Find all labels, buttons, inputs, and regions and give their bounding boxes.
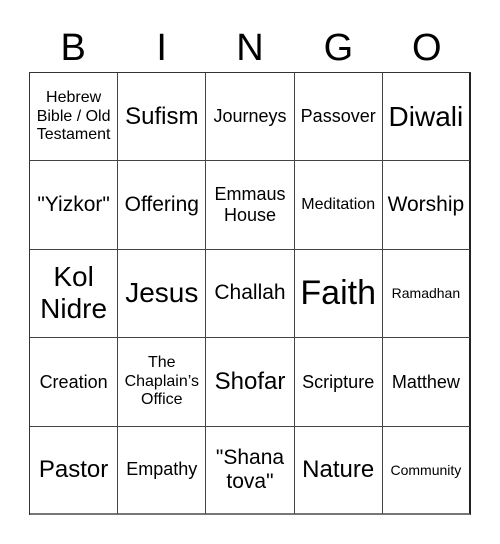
bingo-cell-text: Journeys xyxy=(213,106,287,127)
bingo-cell[interactable]: Community xyxy=(382,426,471,515)
header-letter-o: O xyxy=(412,27,442,69)
bingo-cell[interactable]: "Yizkor" xyxy=(30,161,119,250)
bingo-cell-text: Emmaus House xyxy=(214,184,286,226)
bingo-cell[interactable]: Scripture xyxy=(294,338,383,427)
bingo-header: B I N G O xyxy=(29,24,471,72)
bingo-cell[interactable]: Ramadhan xyxy=(382,249,471,339)
bingo-cell-text: Scripture xyxy=(302,371,375,392)
header-letter-g: G xyxy=(323,27,354,69)
bingo-cell[interactable]: Pastor xyxy=(30,426,119,515)
bingo-cell[interactable]: Creation xyxy=(30,338,119,427)
bingo-cell-text: Challah xyxy=(214,281,286,305)
bingo-cell[interactable]: Passover xyxy=(294,73,383,162)
bingo-cell-text: Meditation xyxy=(301,195,376,213)
bingo-cell-text: Creation xyxy=(39,371,108,392)
bingo-cell[interactable]: Empathy xyxy=(118,426,207,515)
bingo-cell-text: "Shana tova" xyxy=(215,445,285,493)
bingo-cell[interactable]: Sufism xyxy=(118,73,207,162)
bingo-cell[interactable]: Challah xyxy=(206,249,295,339)
bingo-cell-text: Pastor xyxy=(38,456,109,483)
bingo-cell[interactable]: Hebrew Bible / Old Testament xyxy=(30,73,119,162)
bingo-cell[interactable]: Matthew xyxy=(382,338,471,427)
bingo-cell-text: Ramadhan xyxy=(391,285,461,302)
bingo-cell-text: Faith xyxy=(300,273,376,312)
bingo-cell[interactable]: Kol Nidre xyxy=(30,249,119,339)
bingo-cell-text: Diwali xyxy=(388,100,464,132)
bingo-cell[interactable]: Diwali xyxy=(382,73,471,162)
bingo-cell[interactable]: Emmaus House xyxy=(206,161,295,250)
bingo-cell-text: Sufism xyxy=(125,102,199,130)
header-letter-n: N xyxy=(236,27,264,69)
bingo-cell[interactable]: Nature xyxy=(294,426,383,515)
bingo-cell-text: Matthew xyxy=(391,371,460,392)
bingo-cell-text: Shofar xyxy=(214,368,286,396)
bingo-cell-text: Empathy xyxy=(126,459,198,480)
bingo-cell-text: Hebrew Bible / Old Testament xyxy=(36,89,111,143)
header-letter-b: B xyxy=(60,27,86,69)
bingo-cell-text: Nature xyxy=(302,456,375,483)
bingo-cell[interactable]: Faith xyxy=(294,249,383,339)
header-letter-i: I xyxy=(156,27,167,69)
bingo-cell-text: Kol Nidre xyxy=(40,261,108,325)
bingo-cell-text: Worship xyxy=(387,193,465,217)
bingo-cell[interactable]: Journeys xyxy=(206,73,295,162)
bingo-cell-text: Passover xyxy=(300,106,376,127)
bingo-cell-text: "Yizkor" xyxy=(37,193,110,217)
bingo-cell-text: The Chaplain’s Office xyxy=(124,354,199,409)
bingo-grid: Hebrew Bible / Old Testament Sufism Journe… xyxy=(29,72,471,515)
bingo-cell[interactable]: The Chaplain’s Office xyxy=(118,338,207,427)
bingo-cell-text: Community xyxy=(390,461,462,478)
bingo-cell-text: Jesus xyxy=(125,277,199,309)
bingo-cell[interactable]: Worship xyxy=(382,161,471,250)
bingo-cell[interactable]: Shofar xyxy=(206,338,295,427)
bingo-cell[interactable]: "Shana tova" xyxy=(206,426,295,515)
bingo-cell[interactable]: Jesus xyxy=(118,249,207,339)
bingo-cell[interactable]: Meditation xyxy=(294,161,383,250)
bingo-cell[interactable]: Offering xyxy=(118,161,207,250)
bingo-cell-text: Offering xyxy=(124,193,199,217)
